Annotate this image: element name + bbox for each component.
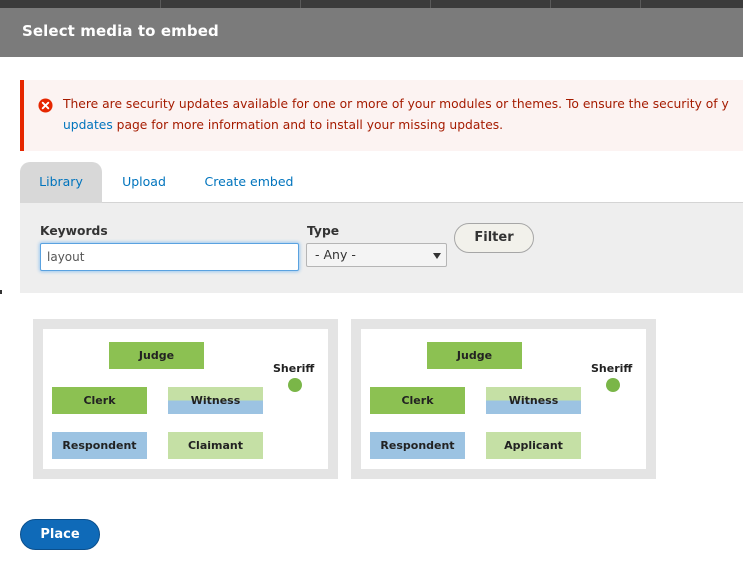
media-item[interactable]: Judge Sheriff Clerk Witness Respondent C…	[33, 319, 338, 479]
filter-panel: Keywords Type - Any - Filter	[20, 203, 743, 293]
alert-text-line2-rest: page for more information and to install…	[112, 118, 504, 132]
background-page-strip	[0, 0, 743, 8]
keywords-label: Keywords	[40, 224, 108, 238]
media-thumbnail: Judge Sheriff Clerk Witness Respondent C…	[43, 329, 328, 469]
chevron-down-icon	[433, 253, 441, 259]
diagram-applicant: Applicant	[486, 432, 581, 459]
type-label: Type	[307, 224, 340, 238]
sheriff-marker	[288, 378, 302, 392]
tab-create-embed[interactable]: Create embed	[196, 162, 302, 203]
diagram-clerk: Clerk	[52, 387, 147, 414]
diagram-witness: Witness	[168, 387, 263, 414]
type-selected-value: - Any -	[315, 247, 356, 262]
sheriff-marker	[606, 378, 620, 392]
keywords-input[interactable]	[40, 243, 299, 271]
dialog-titlebar: Select media to embed	[0, 8, 743, 57]
diagram-judge: Judge	[427, 342, 522, 369]
filter-button[interactable]: Filter	[454, 223, 534, 253]
diagram-witness: Witness	[486, 387, 581, 414]
updates-link[interactable]: updates	[63, 118, 113, 132]
error-icon	[38, 98, 53, 113]
dialog-title: Select media to embed	[22, 22, 219, 40]
tab-upload[interactable]: Upload	[112, 162, 176, 203]
diagram-sheriff: Sheriff	[591, 362, 633, 375]
media-item[interactable]: Judge Sheriff Clerk Witness Respondent A…	[351, 319, 656, 479]
security-alert: There are security updates available for…	[20, 80, 743, 151]
diagram-claimant: Claimant	[168, 432, 263, 459]
alert-text-line2: updates page for more information and to…	[63, 118, 503, 132]
media-thumbnail: Judge Sheriff Clerk Witness Respondent A…	[361, 329, 646, 469]
diagram-sheriff: Sheriff	[273, 362, 315, 375]
place-button[interactable]: Place	[20, 519, 100, 550]
media-tabs: Library Upload Create embed	[20, 162, 743, 203]
type-select[interactable]: - Any -	[306, 243, 447, 267]
tab-library[interactable]: Library	[20, 162, 102, 203]
diagram-judge: Judge	[109, 342, 204, 369]
alert-text-line1: There are security updates available for…	[63, 97, 729, 111]
diagram-respondent: Respondent	[370, 432, 465, 459]
diagram-respondent: Respondent	[52, 432, 147, 459]
diagram-clerk: Clerk	[370, 387, 465, 414]
page-edge-marker	[0, 290, 2, 294]
